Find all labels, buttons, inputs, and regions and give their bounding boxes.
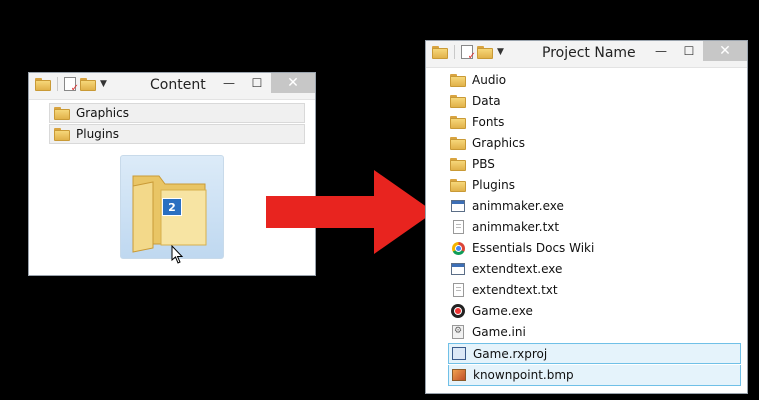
close-button[interactable]: ✕ xyxy=(703,41,747,61)
minimize-button[interactable]: — xyxy=(215,73,243,93)
toolbar-separator xyxy=(57,77,58,91)
list-item-graphics[interactable]: Graphics xyxy=(49,103,305,123)
maximize-button[interactable]: ☐ xyxy=(675,41,703,61)
arrow-icon xyxy=(266,170,434,254)
chevron-down-icon[interactable]: ▼ xyxy=(100,79,107,89)
list-item-label: Game.rxproj xyxy=(473,346,548,361)
quick-access-toolbar: ▼ xyxy=(35,77,107,94)
list-item-label: Essentials Docs Wiki xyxy=(472,241,595,255)
text-file-icon xyxy=(450,219,466,235)
drag-preview: 2 xyxy=(120,155,224,259)
list-item-label: Fonts xyxy=(472,115,505,129)
folder-icon xyxy=(450,135,466,151)
window-controls: — ☐ ✕ xyxy=(647,41,747,61)
list-item-extendtext-txt[interactable]: extendtext.txt xyxy=(450,280,558,300)
list-item-game-rxproj[interactable]: Game.rxproj xyxy=(448,343,741,364)
properties-icon[interactable] xyxy=(64,77,79,94)
list-item-label: Plugins xyxy=(472,178,515,192)
text-file-icon xyxy=(450,282,466,298)
list-item-label: Data xyxy=(472,94,501,108)
list-item-label: Plugins xyxy=(76,127,119,141)
list-item-plugins[interactable]: Plugins xyxy=(49,124,305,144)
exe-icon xyxy=(450,261,466,277)
window-title: Project Name xyxy=(542,45,636,61)
list-item-label: Game.ini xyxy=(472,325,526,339)
folder-icon xyxy=(450,177,466,193)
list-item-label: extendtext.txt xyxy=(472,283,558,297)
list-item-knownpoint-bmp[interactable]: knownpoint.bmp xyxy=(448,365,741,386)
folder-icon xyxy=(450,114,466,130)
drag-count-badge: 2 xyxy=(162,198,182,216)
list-item-label: PBS xyxy=(472,157,495,171)
list-item-graphics[interactable]: Graphics xyxy=(450,133,525,153)
quick-access-toolbar: ▼ xyxy=(432,45,504,62)
list-item-animmaker-txt[interactable]: animmaker.txt xyxy=(450,217,559,237)
bitmap-icon xyxy=(451,367,467,383)
exe-icon xyxy=(450,198,466,214)
minimize-button[interactable]: — xyxy=(647,41,675,61)
list-item-label: Graphics xyxy=(472,136,525,150)
folder-icon[interactable] xyxy=(432,45,448,59)
list-item-label: Graphics xyxy=(76,106,129,120)
folder-icon xyxy=(450,93,466,109)
list-item-label: Game.exe xyxy=(472,304,533,318)
chevron-down-icon[interactable]: ▼ xyxy=(497,47,504,57)
mouse-cursor-icon xyxy=(171,245,184,264)
folder-icon xyxy=(450,72,466,88)
list-item-label: animmaker.txt xyxy=(472,220,560,234)
new-folder-icon[interactable] xyxy=(477,45,493,59)
list-item-label: knownpoint.bmp xyxy=(473,368,574,382)
folder-icon xyxy=(450,156,466,172)
list-item-game-exe[interactable]: Game.exe xyxy=(450,301,533,321)
window-controls: — ☐ ✕ xyxy=(215,73,315,93)
folder-icon xyxy=(54,105,70,121)
title-bar[interactable]: ▼ Project Name — ☐ ✕ xyxy=(426,41,747,68)
folder-icon xyxy=(54,126,70,142)
list-item-extendtext-exe[interactable]: extendtext.exe xyxy=(450,259,562,279)
list-item-data[interactable]: Data xyxy=(450,91,501,111)
list-item-essentials-docs-wiki[interactable]: Essentials Docs Wiki xyxy=(450,238,594,258)
list-item-label: extendtext.exe xyxy=(472,262,563,276)
chrome-icon xyxy=(450,240,466,256)
project-window: ▼ Project Name — ☐ ✕ Audio Data Fonts Gr… xyxy=(425,40,748,394)
window-title: Content xyxy=(150,77,206,93)
new-folder-icon[interactable] xyxy=(80,77,96,91)
list-item-plugins[interactable]: Plugins xyxy=(450,175,515,195)
list-item-label: animmaker.exe xyxy=(472,199,564,213)
toolbar-separator xyxy=(454,45,455,59)
folder-icon[interactable] xyxy=(35,77,51,91)
list-item-pbs[interactable]: PBS xyxy=(450,154,495,174)
list-item-label: Audio xyxy=(472,73,507,87)
maximize-button[interactable]: ☐ xyxy=(243,73,271,93)
ini-icon xyxy=(450,324,466,340)
properties-icon[interactable] xyxy=(461,45,476,62)
list-item-fonts[interactable]: Fonts xyxy=(450,112,504,132)
list-item-animmaker-exe[interactable]: animmaker.exe xyxy=(450,196,564,216)
list-item-audio[interactable]: Audio xyxy=(450,70,506,90)
list-item-game-ini[interactable]: Game.ini xyxy=(450,322,526,342)
game-icon xyxy=(450,303,466,319)
project-icon xyxy=(451,346,467,362)
close-button[interactable]: ✕ xyxy=(271,73,315,93)
title-bar[interactable]: ▼ Content — ☐ ✕ xyxy=(29,73,315,100)
